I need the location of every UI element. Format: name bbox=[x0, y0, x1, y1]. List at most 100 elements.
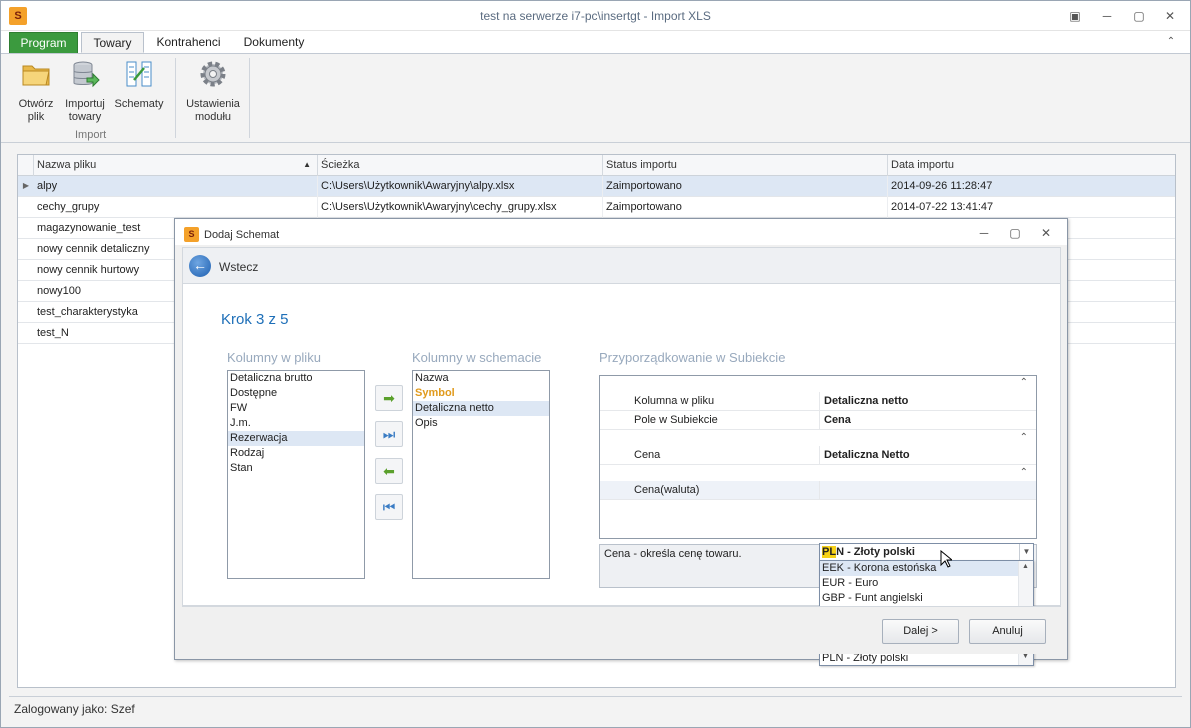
next-button[interactable]: Dalej > bbox=[882, 619, 959, 644]
ribbon: Otwórz plik Importuj towary Schematy Ust… bbox=[1, 53, 1190, 143]
maximize-icon[interactable]: ▢ bbox=[1131, 8, 1147, 24]
cell-path: C:\Users\Użytkownik\Awaryjny\cechy_grupy… bbox=[318, 197, 603, 218]
column-header-file-name[interactable]: Nazwa pliku ▲ bbox=[34, 155, 318, 176]
file-columns-list[interactable]: Detaliczna brutto Dostępne FW J.m. Rezerwacj… bbox=[227, 370, 365, 579]
close-icon[interactable]: ✕ bbox=[1038, 225, 1054, 241]
row-indicator-icon bbox=[18, 323, 34, 344]
property-row[interactable]: Pole w Subiekcie Cena bbox=[600, 411, 1036, 430]
minimize-icon[interactable]: ─ bbox=[976, 225, 992, 241]
back-button[interactable]: Wstecz bbox=[219, 260, 258, 274]
chevron-up-icon: ⌃ bbox=[1019, 467, 1028, 478]
dropdown-item[interactable]: EUR - Euro bbox=[820, 576, 1018, 591]
row-indicator-icon bbox=[18, 302, 34, 323]
scroll-up-icon[interactable]: ▲ bbox=[1022, 563, 1029, 570]
sort-ascending-icon: ▲ bbox=[303, 160, 311, 169]
grid-header: Nazwa pliku ▲ Ścieżka Status importu Data… bbox=[18, 155, 1175, 176]
tab-kontrahenci[interactable]: Kontrahenci bbox=[151, 32, 226, 53]
back-arrow-icon[interactable]: ← bbox=[189, 255, 211, 277]
property-category[interactable]: ⌃ bbox=[600, 466, 1036, 482]
skip-right-icon: ⏭ bbox=[382, 426, 396, 442]
property-row[interactable]: Cena Detaliczna Netto bbox=[600, 446, 1036, 465]
status-bar: Zalogowany jako: Szef bbox=[9, 696, 1182, 721]
property-category[interactable]: ⌃ bbox=[600, 431, 1036, 447]
folder-icon bbox=[22, 65, 50, 86]
ribbon-separator bbox=[175, 58, 176, 138]
wizard-footer: Dalej > Anuluj bbox=[182, 606, 1061, 654]
list-item[interactable]: Symbol bbox=[413, 386, 549, 401]
dropdown-item[interactable]: GBP - Funt angielski bbox=[820, 591, 1018, 606]
cancel-button[interactable]: Anuluj bbox=[969, 619, 1046, 644]
list-item[interactable]: Rodzaj bbox=[228, 446, 364, 461]
property-row[interactable]: Kolumna w pliku Detaliczna netto bbox=[600, 392, 1036, 411]
close-icon[interactable]: ✕ bbox=[1162, 8, 1178, 24]
chevron-up-icon: ⌃ bbox=[1019, 432, 1028, 443]
property-category[interactable]: ⌃ bbox=[600, 376, 1036, 392]
schema-icon bbox=[126, 61, 152, 87]
tab-program[interactable]: Program bbox=[9, 32, 78, 53]
currency-combo[interactable]: PLN - Złoty polski ▼ bbox=[819, 543, 1034, 561]
restore-layout-icon[interactable]: ▣ bbox=[1067, 8, 1083, 24]
add-all-columns-button[interactable]: ⏭ bbox=[375, 421, 403, 447]
row-indicator-icon: ▶ bbox=[22, 181, 30, 190]
row-indicator-icon bbox=[18, 239, 34, 260]
list-item[interactable]: Detaliczna netto bbox=[413, 401, 549, 416]
column-header-path[interactable]: Ścieżka bbox=[318, 155, 603, 176]
list-item[interactable]: Rezerwacja bbox=[228, 431, 364, 446]
open-file-button[interactable]: Otwórz plik bbox=[13, 58, 59, 124]
row-indicator-icon bbox=[18, 197, 34, 218]
maximize-icon[interactable]: ▢ bbox=[1007, 225, 1023, 241]
schema-columns-label: Kolumny w schemacie bbox=[412, 350, 542, 365]
property-row-selected[interactable]: Cena(waluta) bbox=[600, 481, 1036, 500]
remove-all-columns-button[interactable]: ⏮ bbox=[375, 494, 403, 520]
add-column-button[interactable]: ➡ bbox=[375, 385, 403, 411]
schemas-button[interactable]: Schematy bbox=[113, 58, 165, 111]
dropdown-item[interactable]: EEK - Korona estońska bbox=[820, 561, 1018, 576]
ribbon-tabs: Program Towary Kontrahenci Dokumenty ⌃ bbox=[1, 31, 1190, 53]
tab-towary[interactable]: Towary bbox=[81, 32, 144, 53]
list-item[interactable]: FW bbox=[228, 401, 364, 416]
row-indicator-icon bbox=[18, 281, 34, 302]
remove-column-button[interactable]: ⬅ bbox=[375, 458, 403, 484]
title-bar: S test na serwerze i7-pc\insertgt - Impo… bbox=[1, 1, 1190, 31]
collapse-ribbon-icon[interactable]: ⌃ bbox=[1163, 34, 1179, 50]
scroll-down-icon[interactable]: ▼ bbox=[1022, 653, 1029, 660]
list-item[interactable]: J.m. bbox=[228, 416, 364, 431]
skip-left-icon: ⏮ bbox=[382, 499, 396, 515]
cell-status: Zaimportowano bbox=[603, 197, 888, 218]
cell-file-name: cechy_grupy bbox=[34, 197, 318, 218]
module-settings-button[interactable]: Ustawienia modułu bbox=[183, 58, 243, 124]
cell-file-name: alpy bbox=[34, 176, 318, 197]
mapping-label: Przyporządkowanie w Subiekcie bbox=[599, 350, 786, 365]
cell-date: 2014-09-26 11:28:47 bbox=[891, 180, 993, 192]
list-item[interactable]: Detaliczna brutto bbox=[228, 371, 364, 386]
list-item[interactable]: Stan bbox=[228, 461, 364, 476]
row-indicator-icon bbox=[18, 260, 34, 281]
step-indicator: Krok 3 z 5 bbox=[221, 311, 289, 328]
wizard-body: Krok 3 z 5 Kolumny w pliku Kolumny w sch… bbox=[182, 284, 1061, 666]
schema-columns-list[interactable]: Nazwa Symbol Detaliczna netto Opis bbox=[412, 370, 550, 579]
cell-path: C:\Users\Użytkownik\Awaryjny\alpy.xlsx bbox=[318, 176, 603, 197]
dialog-title: Dodaj Schemat bbox=[204, 229, 280, 241]
list-item[interactable]: Dostępne bbox=[228, 386, 364, 401]
import-goods-button[interactable]: Importuj towary bbox=[61, 58, 109, 124]
ribbon-group-label: Import bbox=[75, 129, 107, 141]
table-row[interactable]: cechy_grupy C:\Users\Użytkownik\Awaryjny\… bbox=[18, 197, 1175, 218]
arrow-left-icon: ⬅ bbox=[383, 463, 395, 479]
chevron-up-icon: ⌃ bbox=[1019, 377, 1028, 388]
table-row[interactable]: ▶ alpy C:\Users\Użytkownik\Awaryjny\alpy.x… bbox=[18, 176, 1175, 197]
row-indicator-icon bbox=[18, 218, 34, 239]
list-item[interactable]: Nazwa bbox=[413, 371, 549, 386]
column-header-status[interactable]: Status importu bbox=[603, 155, 888, 176]
column-header-date[interactable]: Data importu bbox=[888, 155, 1177, 176]
minimize-icon[interactable]: ─ bbox=[1099, 8, 1115, 24]
window-title: test na serwerze i7-pc\insertgt - Import… bbox=[480, 9, 711, 23]
tab-dokumenty[interactable]: Dokumenty bbox=[239, 32, 309, 53]
dropdown-arrow-icon[interactable]: ▼ bbox=[1019, 544, 1033, 560]
database-import-icon bbox=[73, 61, 100, 88]
file-columns-label: Kolumny w pliku bbox=[227, 350, 321, 365]
cell-date: 2014-07-22 13:41:47 bbox=[891, 201, 994, 213]
ribbon-separator bbox=[249, 58, 250, 138]
cell-status: Zaimportowano bbox=[603, 176, 888, 197]
list-item[interactable]: Opis bbox=[413, 416, 549, 431]
gear-icon bbox=[200, 61, 226, 87]
